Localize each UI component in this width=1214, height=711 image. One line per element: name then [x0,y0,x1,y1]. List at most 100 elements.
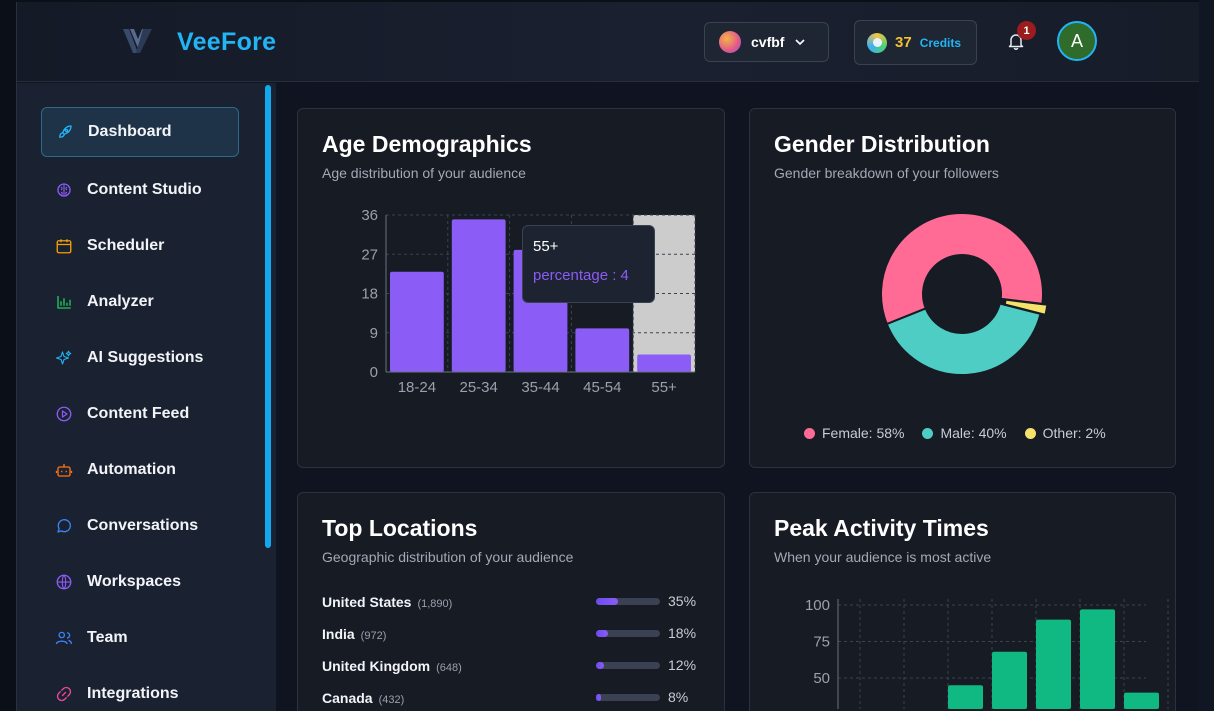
age-demographics-card: Age Demographics Age distribution of you… [297,108,725,468]
donut-slice-male [885,302,1042,376]
location-country: United States [322,594,412,610]
sidebar-item-label: Content Studio [87,181,202,198]
age-bar-chart: 0 9 18 27 36 18-24 25-34 35-44 45-54 55+ [361,207,696,396]
location-progress-fill [596,598,619,605]
sidebar-item-ai-suggestions[interactable]: AI Suggestions [41,333,239,383]
location-count: (432) [378,694,405,706]
user-avatar[interactable]: A [1057,21,1097,61]
sidebar-item-dashboard[interactable]: Dashboard [41,107,239,157]
y-tick-label: 75 [813,634,830,651]
sidebar-item-automation[interactable]: Automation [41,445,239,495]
bot-icon [55,464,73,477]
bar [390,271,444,372]
location-percent: 8% [668,689,689,705]
bar [992,651,1027,709]
sidebar-item-scheduler[interactable]: Scheduler [41,221,239,271]
peak-activity-card: Peak Activity Times When your audience i… [749,492,1176,711]
location-percent: 18% [668,625,697,641]
sidebar-item-integrations[interactable]: Integrations [41,669,239,711]
sidebar-item-label: Integrations [87,685,179,702]
location-progress-track [596,630,660,637]
y-tick-label: 0 [370,364,378,381]
location-progress-fill [596,662,604,669]
sidebar-item-label: Automation [87,461,176,478]
bar [948,685,983,709]
play-circle-icon [56,406,72,422]
legend-item-other[interactable]: Other: 2% [1024,425,1106,441]
veefore-logo-icon [123,29,152,53]
sidebar-item-label: Conversations [87,517,199,534]
location-row: United Kingdom (648) 12% [322,657,702,678]
bar [1080,609,1115,709]
legend-item-male[interactable]: Male: 40% [922,425,1007,441]
sidebar-item-content-studio[interactable]: Content Studio [41,165,239,215]
y-tick-label: 100 [805,597,830,614]
x-tick-label: 45-54 [583,379,621,396]
brand-name[interactable]: VeeFore [177,28,276,57]
app-window: VeeFore cvfbf 37 Credits 1 A Dashboard C… [16,2,1207,711]
gender-donut-chart [880,212,1049,376]
bar [1036,619,1071,709]
legend-item-female[interactable]: Female: 58% [804,425,904,441]
location-progress-track [596,662,660,669]
bar [637,354,691,372]
location-count: (1,890) [417,598,453,610]
tooltip-title: 55+ [533,238,559,255]
location-count: (972) [360,630,387,642]
rocket-icon [59,125,72,138]
legend-label: Female: 58% [822,425,905,441]
sidebar-item-label: Analyzer [87,293,154,310]
y-tick-label: 18 [361,286,378,303]
y-tick-label: 36 [361,207,378,224]
x-tick-label: 18-24 [398,379,436,396]
sidebar-scrollbar[interactable] [265,85,271,548]
workspace-avatar [719,31,741,53]
card-title: Top Locations [322,515,478,541]
x-tick-label: 25-34 [460,379,498,396]
sidebar-item-workspaces[interactable]: Workspaces [41,557,239,607]
location-progress-fill [596,694,602,701]
sidebar-item-label: Content Feed [87,405,190,422]
legend-dot [1024,427,1036,439]
card-subtitle: Geographic distribution of your audience [322,549,574,565]
sidebar: Dashboard Content Studio Scheduler Analy… [17,83,276,711]
location-country: Canada [322,690,373,706]
sidebar-item-label: Dashboard [88,123,172,140]
location-count: (648) [436,662,462,674]
y-tick-label: 27 [361,246,378,263]
sidebar-item-team[interactable]: Team [41,613,239,663]
gender-distribution-card: Gender Distribution Gender breakdown of … [749,108,1176,468]
top-bar: VeeFore cvfbf 37 Credits 1 A [17,2,1200,82]
location-country: United Kingdom [322,658,431,674]
chevron-down-icon [795,39,806,46]
location-row: India (972) 18% [322,625,702,646]
credits-count: 37 [895,34,912,51]
credits-button[interactable]: 37 Credits [854,20,977,65]
legend-dot [804,427,815,439]
legend-label: Other: 2% [1042,425,1106,441]
location-progress-track [596,598,660,605]
users-icon [55,631,73,645]
sparkles-icon [55,350,72,365]
tooltip-value: percentage : 4 [533,267,629,284]
workspace-switcher[interactable]: cvfbf [704,22,829,62]
legend-dot [922,427,934,439]
bar [451,219,506,372]
calendar-icon [56,239,72,254]
location-progress-fill [596,630,608,637]
top-locations-card: Top Locations Geographic distribution of… [297,492,725,711]
sidebar-item-label: Team [87,629,128,646]
brain-icon [57,183,71,197]
gender-legend: Female: 58% Male: 40% Other: 2% [804,425,1106,441]
link-icon [56,686,72,702]
sidebar-item-conversations[interactable]: Conversations [41,501,239,551]
y-tick-label: 50 [813,670,830,687]
x-tick-label: 55+ [651,379,677,396]
sidebar-item-label: AI Suggestions [87,349,204,366]
location-percent: 12% [668,657,697,673]
sidebar-item-content-feed[interactable]: Content Feed [41,389,239,439]
globe-icon [56,574,72,590]
location-progress-track [596,694,660,701]
location-percent: 35% [668,593,697,609]
sidebar-item-analyzer[interactable]: Analyzer [41,277,239,327]
